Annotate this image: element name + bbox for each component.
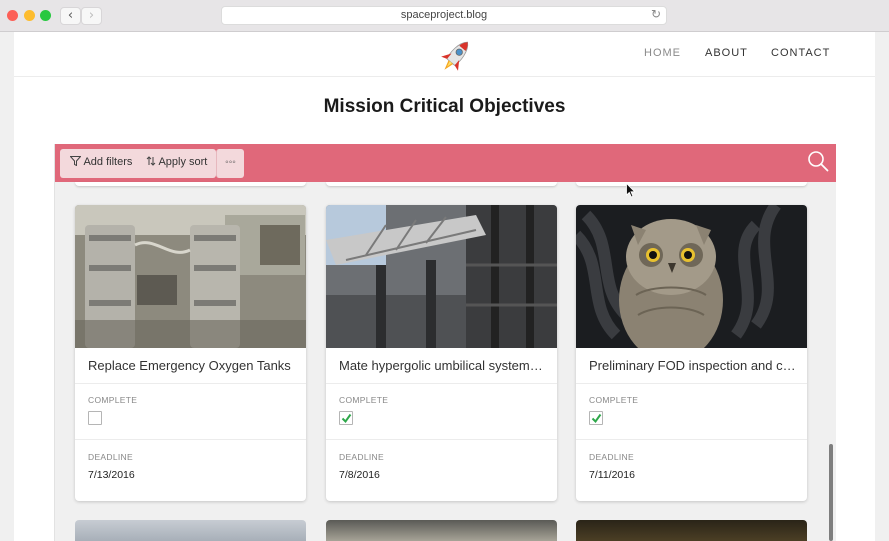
nav-home-link[interactable]: HOME — [644, 47, 681, 59]
page-scrollbar[interactable] — [829, 444, 833, 541]
divider — [326, 383, 557, 384]
card-title: Preliminary FOD inspection and c… — [589, 358, 796, 373]
previous-card-edge — [326, 182, 557, 186]
apply-sort-button[interactable]: Apply sort — [146, 156, 207, 168]
deadline-label: DEADLINE — [88, 452, 133, 462]
complete-checkbox[interactable] — [589, 411, 603, 425]
close-window-button[interactable] — [7, 10, 18, 21]
filter-icon — [69, 156, 82, 167]
deadline-value: 7/13/2016 — [88, 469, 135, 481]
next-row-card-photo[interactable] — [75, 520, 306, 541]
complete-label: COMPLETE — [589, 395, 639, 405]
browser-toolbar: ‹ › spaceproject.blog ↻ — [0, 0, 889, 32]
next-row-card-photo[interactable] — [326, 520, 557, 541]
rocket-icon[interactable] — [434, 36, 478, 76]
minimize-window-button[interactable] — [24, 10, 35, 21]
launch-tower-photo — [326, 205, 557, 348]
complete-checkbox[interactable] — [339, 411, 353, 425]
sort-icon — [146, 156, 156, 166]
deadline-label: DEADLINE — [339, 452, 384, 462]
checkmark-icon — [591, 413, 602, 424]
objective-card[interactable]: Preliminary FOD inspection and c… COMPLE… — [576, 205, 807, 501]
url-text: spaceproject.blog — [400, 9, 488, 21]
previous-card-edge — [75, 182, 306, 186]
owl-photo — [576, 205, 807, 348]
apply-sort-label: Apply sort — [158, 156, 208, 168]
card-title: Replace Emergency Oxygen Tanks — [88, 358, 291, 373]
search-icon[interactable] — [807, 150, 829, 172]
deadline-label: DEADLINE — [589, 452, 634, 462]
divider — [75, 439, 306, 440]
deadline-value: 7/8/2016 — [339, 469, 380, 481]
previous-card-edge — [576, 182, 807, 186]
deadline-value: 7/11/2016 — [589, 469, 635, 481]
forward-button[interactable]: › — [81, 7, 102, 25]
add-filters-button[interactable]: Add filters — [69, 156, 133, 168]
reload-icon[interactable]: ↻ — [651, 7, 661, 21]
nav-about-link[interactable]: ABOUT — [705, 47, 748, 59]
web-page: HOME ABOUT CONTACT Mission Critical Obje… — [14, 32, 875, 541]
complete-label: COMPLETE — [88, 395, 138, 405]
zoom-window-button[interactable] — [40, 10, 51, 21]
window-margin-left — [0, 32, 14, 541]
gallery-view: Add filters Apply sort ◦◦◦ Replace Emerg… — [54, 144, 836, 541]
more-options-button[interactable]: ◦◦◦ — [216, 149, 244, 178]
gallery-toolbar: Add filters Apply sort ◦◦◦ — [55, 144, 836, 182]
divider — [576, 383, 807, 384]
divider — [75, 383, 306, 384]
divider — [326, 439, 557, 440]
nav-contact-link[interactable]: CONTACT — [771, 47, 830, 59]
address-bar[interactable]: spaceproject.blog ↻ — [221, 6, 667, 25]
back-button[interactable]: ‹ — [60, 7, 81, 25]
window-margin-right — [875, 32, 889, 541]
complete-checkbox[interactable] — [88, 411, 102, 425]
filter-sort-group: Add filters Apply sort — [60, 149, 216, 178]
card-title: Mate hypergolic umbilical system… — [339, 358, 543, 373]
page-title: Mission Critical Objectives — [323, 96, 566, 117]
complete-label: COMPLETE — [339, 395, 389, 405]
add-filters-label: Add filters — [83, 156, 133, 168]
divider — [576, 439, 807, 440]
next-row-card-photo[interactable] — [576, 520, 807, 541]
site-header: HOME ABOUT CONTACT — [14, 32, 875, 77]
objective-card[interactable]: Replace Emergency Oxygen Tanks COMPLETE … — [75, 205, 306, 501]
oxygen-tanks-photo — [75, 205, 306, 348]
mouse-cursor-icon — [626, 183, 636, 198]
checkmark-icon — [341, 413, 352, 424]
objective-card[interactable]: Mate hypergolic umbilical system… COMPLE… — [326, 205, 557, 501]
